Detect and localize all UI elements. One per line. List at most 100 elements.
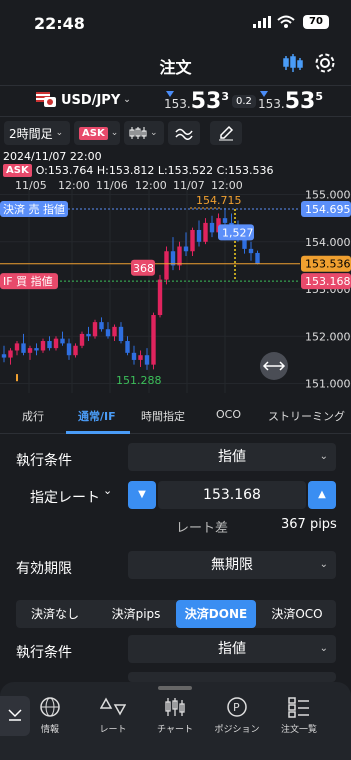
header: 注文 <box>0 44 351 84</box>
current-price: 153.536 <box>305 258 351 271</box>
diff-label: レート差 <box>176 521 229 536</box>
usd-jpy-flag-icon <box>36 92 58 108</box>
nav-orders[interactable]: 注文一覧 <box>274 696 324 735</box>
candle-body <box>209 222 215 233</box>
candle-body <box>190 229 195 252</box>
candle-body <box>125 341 130 353</box>
signal-icon <box>253 16 271 28</box>
candle-body <box>92 322 98 337</box>
tab-market[interactable]: 成行 <box>22 408 44 424</box>
order-type-tabs: 成行 通常/IF 時間指定 OCO ストリーミング <box>0 400 351 434</box>
candle-body <box>1 354 7 358</box>
candle-body <box>27 348 33 353</box>
candle-body <box>112 326 117 337</box>
x-tick-label: 11/05 <box>15 179 47 192</box>
settlement-segment: 決済なし 決済pips 決済DONE 決済OCO <box>16 600 336 628</box>
tab-streaming[interactable]: ストリーミング <box>268 408 345 424</box>
pencil-icon <box>219 125 234 141</box>
candle-body <box>8 350 13 358</box>
x-tick-label: 11/06 <box>96 179 128 192</box>
spread-value: 0.2 <box>232 95 256 108</box>
rate-label: 指定レート <box>30 490 100 506</box>
candle-body <box>203 222 208 242</box>
high-label: 154.715 <box>196 194 242 207</box>
candle-body <box>99 322 104 330</box>
currency-pair-bar: USD/JPY ⌄ 153. 53 3 0.2 153. 53 5 <box>0 85 351 117</box>
candle-body <box>53 338 59 349</box>
y-tick-label: 152.000 <box>305 330 351 343</box>
chevron-down-icon: ⌄ <box>123 95 131 105</box>
candle-body <box>248 248 254 254</box>
nav-position[interactable]: P ポジション <box>212 696 262 735</box>
chevron-down-icon: ⌄ <box>319 643 328 654</box>
cond-select[interactable]: 指値 ⌄ <box>128 443 336 471</box>
seg-none[interactable]: 決済なし <box>16 600 94 628</box>
x-tick-label: 12:00 <box>58 179 90 192</box>
currency-pair-select[interactable]: USD/JPY ⌄ <box>36 92 131 108</box>
candle-body <box>40 341 46 351</box>
bid-price[interactable]: 153. 53 3 <box>164 89 229 114</box>
nav-info[interactable]: 情報 <box>25 696 75 735</box>
buy-limit-price: 153.168 <box>305 275 351 288</box>
ask-price[interactable]: 153. 53 5 <box>258 89 323 114</box>
chevron-down-icon[interactable]: ⌄ <box>103 484 112 497</box>
x-tick-label: 11/07 <box>173 179 205 192</box>
chevron-down-icon: ⌄ <box>150 128 158 138</box>
candle-body <box>60 338 65 344</box>
seg-oco[interactable]: 決済OCO <box>258 600 336 628</box>
candle-body <box>255 252 260 264</box>
candle-body <box>21 343 26 353</box>
ohlc-row: ASK O:153.764 H:153.812 L:153.522 C:153.… <box>3 164 274 177</box>
seg-done[interactable]: 決済DONE <box>176 600 256 628</box>
gear-icon[interactable] <box>314 52 336 74</box>
candle-body <box>164 251 169 280</box>
price-type-select[interactable]: ASK ⌄ <box>74 121 120 145</box>
rate-increase-button[interactable]: ▲ <box>308 481 336 509</box>
price-chart[interactable]: 155.000154.000153.000152.000151.00011/05… <box>0 178 351 393</box>
seg-pips[interactable]: 決済pips <box>96 600 176 628</box>
expiry-select[interactable]: 無期限 ⌄ <box>128 551 336 579</box>
ohlc-date: 2024/11/07 22:00 <box>3 150 102 163</box>
chevron-down-icon: ⌄ <box>55 128 64 138</box>
candle-body <box>14 343 20 351</box>
candle-chart-icon[interactable] <box>282 52 304 74</box>
globe-icon <box>40 697 60 717</box>
draw-button[interactable] <box>210 121 242 145</box>
status-time: 22:48 <box>34 14 85 33</box>
rate-icon <box>100 697 126 716</box>
chart-type-select[interactable]: ⌄ <box>124 121 164 145</box>
rate-decrease-button[interactable]: ▼ <box>128 481 156 509</box>
ohlc-values: O:153.764 H:153.812 L:153.522 C:153.536 <box>35 164 274 177</box>
tab-time[interactable]: 時間指定 <box>141 408 185 424</box>
candle-body <box>242 239 247 249</box>
period-select[interactable]: 2時間足 ⌄ <box>4 121 70 145</box>
tab-normal-if[interactable]: 通常/IF <box>78 408 116 424</box>
candle-body <box>79 333 85 346</box>
nav-rate[interactable]: レート <box>88 696 138 735</box>
nav-chart[interactable]: チャート <box>150 696 200 735</box>
candle-chart-icon <box>165 698 185 716</box>
candle-body <box>196 229 202 242</box>
cond-label: 執行条件 <box>16 453 72 469</box>
drawer-handle[interactable] <box>158 686 192 690</box>
sell-limit-price: 154.695 <box>305 203 351 216</box>
chart-toolbar: 2時間足 ⌄ ASK ⌄ ⌄ <box>0 119 351 147</box>
position-icon: P <box>227 697 247 717</box>
buy-limit-label: IF 買 指値 <box>3 274 53 288</box>
y-tick-label: 155.000 <box>305 189 351 202</box>
battery-icon: 70 <box>303 15 329 29</box>
cond2-select[interactable]: 指値 ⌄ <box>128 635 336 663</box>
chevron-down-icon: ⌄ <box>110 128 119 138</box>
candle-body <box>118 326 124 342</box>
x-tick-label: 12:00 <box>135 179 167 192</box>
indicator-button[interactable] <box>168 121 200 145</box>
status-bar: 22:48 70 <box>0 0 351 44</box>
candle-body <box>86 333 91 337</box>
rate-input[interactable]: 153.168 <box>158 481 306 509</box>
tab-oco[interactable]: OCO <box>216 408 241 421</box>
candle-body <box>47 341 52 349</box>
diff-value: 367 pips <box>281 517 337 532</box>
candle-body <box>105 329 111 337</box>
candle-body <box>144 355 150 365</box>
candle-body <box>66 343 72 356</box>
